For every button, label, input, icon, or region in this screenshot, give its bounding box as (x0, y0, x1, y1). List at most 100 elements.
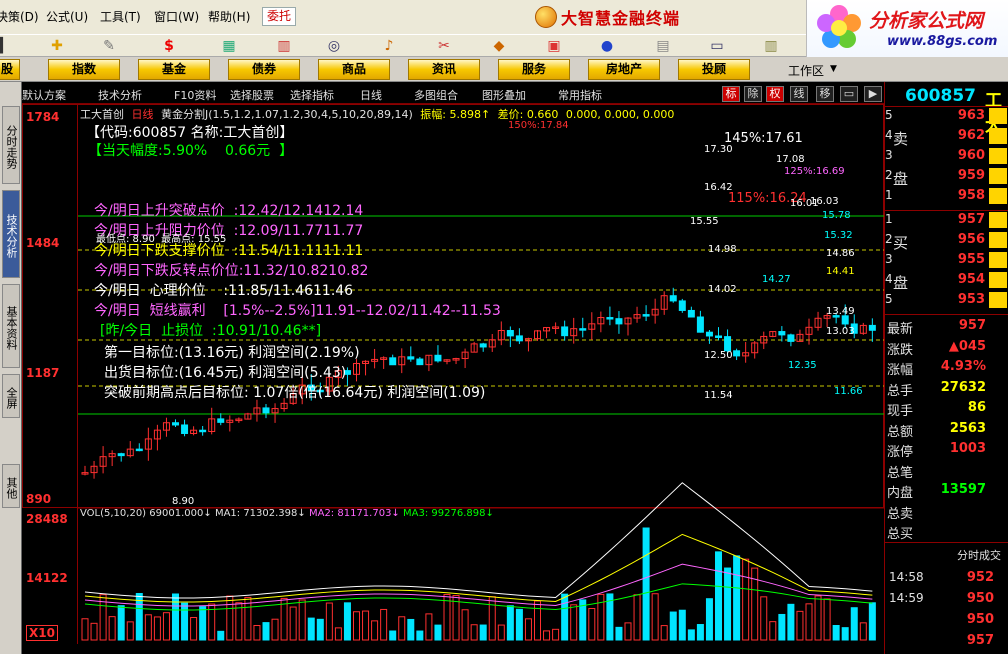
price-annotation: 14.02 (708, 284, 737, 295)
cat-stock[interactable]: 股 (0, 59, 20, 80)
tab-intraday[interactable]: 分时走势 (2, 106, 20, 184)
volume-bar (850, 607, 858, 641)
overlay-menu[interactable]: 图形叠加 (482, 87, 526, 103)
volume-bar (742, 558, 750, 641)
price-annotation: 14.41 (826, 266, 855, 277)
cat-bond[interactable]: 债券 (228, 59, 300, 80)
tool-icon[interactable]: ✂ (435, 37, 453, 55)
right-button[interactable]: 权 (766, 86, 784, 102)
menu-formula[interactable]: 公式(U) (46, 8, 88, 25)
buy-row[interactable]: 2 956 (885, 232, 1008, 252)
ruler-icon[interactable]: ✎ (100, 37, 118, 55)
menu-decision[interactable]: 决策(D) (0, 8, 39, 25)
move-button[interactable]: 移 (816, 86, 834, 102)
volume-bar (217, 630, 225, 641)
select-indicator-menu[interactable]: 选择指标 (290, 87, 334, 103)
tick-price: 950 (966, 612, 994, 627)
multi-chart-menu[interactable]: 多图组合 (414, 87, 458, 103)
stat-value: 1003 (949, 441, 986, 456)
diamond-icon[interactable]: ◆ (490, 37, 508, 55)
candle-body (669, 295, 677, 302)
volume-bar (787, 603, 795, 641)
volume-bar (796, 610, 804, 641)
crosshair-icon[interactable]: ✚ (48, 37, 66, 55)
price-annotation: 16.01 (790, 198, 819, 209)
cat-commodity[interactable]: 商品 (318, 59, 390, 80)
menu-tools[interactable]: 工具(T) (100, 8, 141, 25)
chevron-down-icon[interactable]: ▼ (830, 64, 837, 74)
volume-bar (497, 624, 505, 641)
cat-news[interactable]: 资讯 (408, 59, 480, 80)
bell-icon[interactable]: ♪ (380, 37, 398, 55)
sell-row[interactable]: 3 960 (885, 148, 1008, 168)
flower-logo-icon (817, 5, 861, 48)
tab-other[interactable]: 其他 (2, 464, 20, 508)
sell-row[interactable]: 2 959 (885, 168, 1008, 188)
buy-row[interactable]: 4 954 (885, 272, 1008, 292)
binoculars-icon[interactable]: ◎ (325, 37, 343, 55)
logo-banner: 分析家公式网 www.88gs.com (806, 0, 1008, 57)
note-icon[interactable]: ▤ (654, 37, 672, 55)
tech-analysis-menu[interactable]: 技术分析 (98, 87, 142, 103)
globe-icon[interactable]: ● (598, 37, 616, 55)
volume-bar (316, 618, 324, 641)
books-icon[interactable]: ▥ (762, 37, 780, 55)
volume-bar (989, 292, 1007, 308)
candle-body (715, 335, 722, 338)
menu-help[interactable]: 帮助(H) (208, 8, 250, 25)
sell-row[interactable]: 4 962 (885, 128, 1008, 148)
candle-body (407, 356, 415, 360)
prev-icon[interactable]: ▌ (0, 37, 12, 55)
chart-icon[interactable]: ▣ (545, 37, 563, 55)
tab-technical[interactable]: 技术分析 (2, 190, 20, 278)
overlay-line: 今/明日 心理价位 :11.85/11.4611.46 (94, 283, 354, 299)
sell-row[interactable]: 5 963 (885, 108, 1008, 128)
candle-body (642, 314, 650, 317)
menu-window[interactable]: 窗口(W) (154, 8, 199, 25)
bars-icon[interactable]: ▥ (275, 37, 293, 55)
stat-label: 总卖 (887, 506, 914, 522)
cat-service[interactable]: 服务 (498, 59, 570, 80)
stat-value: 4.93% (940, 359, 986, 374)
tick-price: 957 (966, 633, 994, 648)
buy-row[interactable]: 5 953 (885, 292, 1008, 312)
tab-fullscreen[interactable]: 全屏 (2, 374, 20, 418)
expand-icon[interactable]: ▶ (864, 86, 882, 102)
period-daily[interactable]: 日线 (360, 87, 382, 103)
price: 959 (957, 168, 985, 183)
dollar-icon[interactable]: $ (160, 37, 178, 55)
cat-fund[interactable]: 基金 (138, 59, 210, 80)
f10-menu[interactable]: F10资料 (174, 87, 216, 103)
brand-title: 大智慧金融终端 (535, 4, 680, 30)
volume-bar (989, 252, 1007, 268)
volume-bar (687, 629, 695, 641)
grid-icon[interactable]: ▦ (220, 37, 238, 55)
ma-lines (84, 482, 873, 611)
tick-price: 950 (966, 591, 994, 606)
trade-tab[interactable]: 委托 (262, 7, 296, 26)
level: 2 (885, 168, 893, 182)
minimize-icon[interactable]: ▭ (840, 86, 858, 102)
stat-label: 总买 (887, 527, 914, 542)
scheme-dropdown[interactable]: 默认方案 (22, 87, 66, 103)
volume-bar (769, 621, 777, 641)
workspace-label[interactable]: 工作区 (788, 62, 824, 79)
window-icon[interactable]: ▭ (708, 37, 726, 55)
select-stock-menu[interactable]: 选择股票 (230, 87, 274, 103)
price-annotation: 13.49 (826, 306, 855, 317)
volume-bar (868, 602, 876, 641)
cat-realestate[interactable]: 房地产 (588, 59, 660, 80)
mark-button[interactable]: 标 (722, 86, 740, 102)
sell-row[interactable]: 1 958 (885, 188, 1008, 208)
common-indicator-menu[interactable]: 常用指标 (558, 87, 602, 103)
ticks-title: 分时成交 (957, 549, 1001, 562)
vol-ma1: MA1: 71302.398↓ (214, 508, 306, 519)
exright-button[interactable]: 除 (744, 86, 762, 102)
candle-body (479, 343, 487, 348)
cat-advisor[interactable]: 投顾 (678, 59, 750, 80)
buy-row[interactable]: 3 955 (885, 252, 1008, 272)
line-button[interactable]: 线 (790, 86, 808, 102)
tab-fundamental[interactable]: 基本资料 (2, 284, 20, 368)
buy-row[interactable]: 1 957 (885, 212, 1008, 232)
cat-index[interactable]: 指数 (48, 59, 120, 80)
